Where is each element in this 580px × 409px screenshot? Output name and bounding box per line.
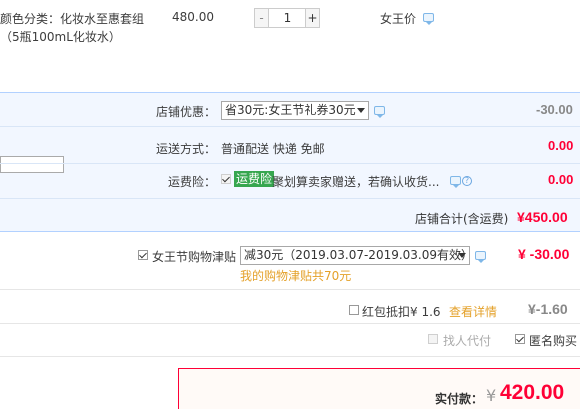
shop-discount-value: 省30元:女王节礼券30元 <box>225 103 356 117</box>
redpacket-checkbox[interactable] <box>349 305 359 315</box>
shop-total-amount: ¥450.00 <box>517 209 568 225</box>
quantity-minus-button[interactable]: - <box>254 8 269 28</box>
quantity-plus-button[interactable]: + <box>305 8 320 28</box>
shipping-value: 普通配送 快递 免邮 <box>221 142 325 156</box>
allowance-amount: ¥ -30.00 <box>518 246 570 262</box>
redpacket-details-link[interactable]: 查看详情 <box>449 303 497 320</box>
payment-currency: ¥ <box>486 386 497 405</box>
payment-label: 实付款： <box>435 392 484 406</box>
message-input[interactable] <box>0 156 64 173</box>
allowance-note: 我的购物津贴共70元 <box>240 269 352 283</box>
quantity-input[interactable]: 1 <box>269 8 306 28</box>
dropdown-arrow-icon <box>458 253 466 258</box>
allowance-select[interactable]: 减30元（2019.03.07-2019.03.09有效） <box>240 246 474 265</box>
chat-icon[interactable] <box>450 176 461 188</box>
divider <box>0 163 580 164</box>
divider <box>0 356 580 357</box>
divider <box>0 126 580 127</box>
item-price: 480.00 <box>172 10 214 24</box>
chat-icon[interactable] <box>475 251 486 263</box>
allowance-value: 减30元（2019.03.07-2019.03.09有效） <box>244 248 474 262</box>
dropdown-arrow-icon <box>357 108 365 113</box>
anonymous-label: 匿名购买 <box>529 334 578 348</box>
chat-icon[interactable] <box>423 13 434 25</box>
redpacket-amount: ¥-1.60 <box>528 301 568 317</box>
insurance-label: 运费险： <box>168 175 217 189</box>
divider <box>0 323 580 324</box>
insurance-text: 聚划算卖家赠送，若确认收货... <box>272 175 440 189</box>
sku-line-2: （5瓶100mL化妆水） <box>0 30 121 44</box>
payment-amount: 420.00 <box>500 381 565 404</box>
shop-total-label: 店铺合计(含运费) <box>415 212 509 226</box>
allowance-checkbox[interactable] <box>138 250 148 260</box>
redpacket-label: 红包抵扣¥ 1.6 <box>362 305 441 319</box>
shop-discount-amount: -30.00 <box>536 102 573 117</box>
insurance-tag: 运费险 <box>234 171 275 187</box>
proxy-pay-label: 找人代付 <box>443 334 492 348</box>
sku-line-1: 颜色分类：化妆水至惠套组 <box>0 12 145 26</box>
insurance-checkbox <box>221 174 231 184</box>
shipping-label: 运送方式： <box>156 142 217 156</box>
insurance-amount: 0.00 <box>548 172 574 187</box>
quantity-stepper: - 1 + <box>254 8 320 28</box>
help-icon[interactable]: ? <box>462 176 472 186</box>
promo-label: 女王价 <box>380 12 417 26</box>
shop-discount-label: 店铺优惠： <box>156 105 217 119</box>
divider <box>0 198 580 199</box>
anonymous-checkbox[interactable] <box>515 334 525 344</box>
shop-discount-select[interactable]: 省30元:女王节礼券30元 <box>221 101 369 120</box>
shipping-amount: 0.00 <box>548 138 574 153</box>
proxy-pay-checkbox[interactable] <box>428 334 438 344</box>
allowance-label: 女王节购物津贴 <box>152 250 237 264</box>
chat-icon[interactable] <box>374 106 385 118</box>
